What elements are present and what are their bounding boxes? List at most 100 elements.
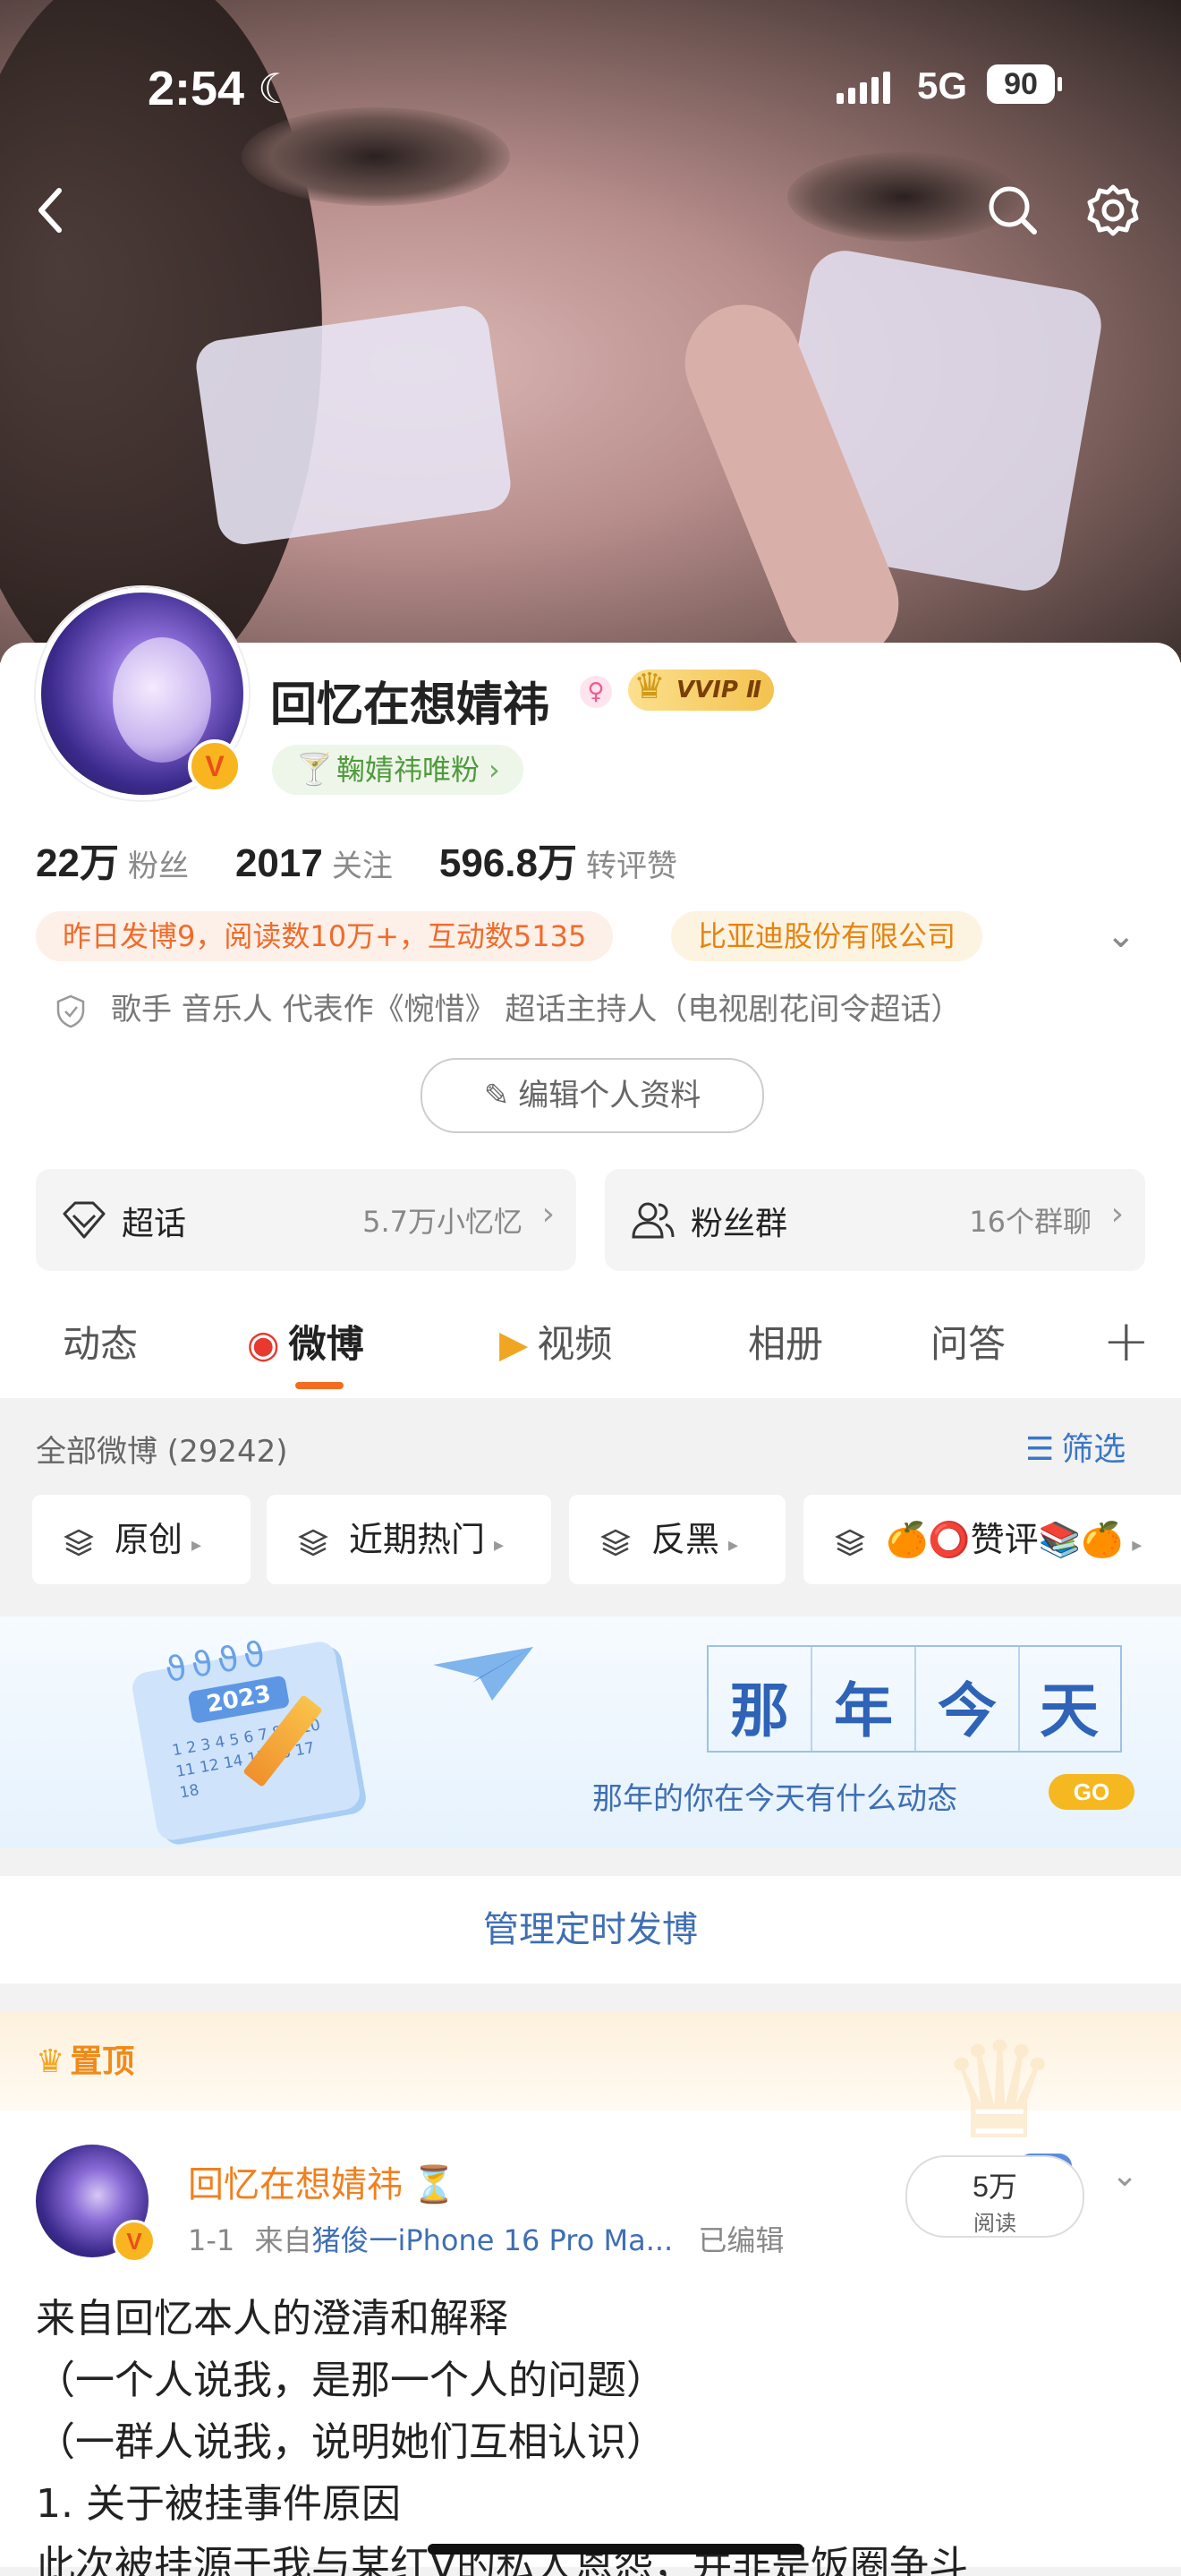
filter-pill-hot[interactable]: 近期热门 ▸ [267,1495,551,1584]
triangle-right-icon: ▸ [191,1534,202,1557]
battery-level: 90 [987,64,1062,104]
add-tab-plus-icon[interactable]: + [1102,1309,1151,1375]
post-line: 此次被挂源于我与某红V的私人恩怨，并非是饭圈争斗 [36,2543,969,2576]
pill-label: 原创 [115,1520,183,1559]
followers-label: 粉丝 [127,849,189,884]
post-source-device[interactable]: 猪俊一iPhone 16 Pro Ma... [311,2223,673,2257]
activity-chip[interactable]: 昨日发博9，阅读数10万+，互动数5135 [36,911,614,961]
post-author-label: 回忆在想婧祎 [188,2164,403,2205]
title-char: 那 [730,1676,789,1745]
signal-icon [837,72,895,104]
video-play-icon: ▶ [499,1322,529,1366]
post-line: （一群人说我，说明她们互相认识） [36,2419,666,2465]
manage-scheduled-posts-button[interactable]: 管理定时发博 [0,1876,1181,1983]
title-char: 年 [834,1676,893,1745]
shield-icon [56,994,85,1028]
back-button[interactable] [18,175,89,246]
supertopic-label: 超话 [122,1206,187,1242]
read-count: 5万 [973,2171,1017,2203]
group-users-icon [632,1202,675,1239]
interactions-count[interactable]: 596.8万 [439,841,577,885]
female-gender-icon: ♀ [580,676,612,708]
post-menu-chevron-down-icon[interactable]: ⌄ [1111,2157,1138,2194]
supertopic-entry[interactable]: 超话 5.7万小忆忆 › [36,1169,576,1271]
filter-pill-original[interactable]: 原创 ▸ [32,1495,251,1584]
post-author-name[interactable]: 回忆在想婧祎 ⏳ [188,2155,456,2207]
chevron-right-icon: › [541,1196,555,1233]
weibo-logo-icon: ◉ [247,1322,280,1366]
pinned-label: ♛ 置顶 [36,2035,134,2082]
pill-label: 🍊⭕赞评📚🍊 [886,1520,1124,1559]
followers-count[interactable]: 22万 [36,841,119,885]
edit-profile-label: 编辑个人资料 [518,1078,701,1113]
fan-group-value: 16个群聊 [969,1205,1092,1239]
triangle-right-icon: ▸ [728,1534,739,1557]
home-indicator[interactable] [428,2544,803,2555]
fan-tag-label: 鞠婧祎唯粉 [336,753,480,787]
pill-label: 近期热门 [349,1520,486,1559]
tab-video[interactable]: ▶ 视频 [499,1314,612,1369]
all-weibo-count: 全部微博 (29242) [36,1434,288,1470]
layers-icon [835,1529,865,1556]
tab-video-label: 视频 [537,1322,613,1366]
vvip-badge[interactable]: ♛ VVIP Ⅱ [628,666,775,711]
filter-pill-antiblack[interactable]: 反黑 ▸ [569,1495,786,1584]
paper-plane-icon [433,1647,533,1701]
tab-weibo-label: 微博 [288,1322,364,1366]
edit-profile-button[interactable]: ✎ 编辑个人资料 [421,1058,764,1133]
calendar-illustration: ϑϑϑϑ 2023 1 2 3 4 5 6 7 8 9 10 11 12 14 … [130,1633,362,1843]
filter-pill-custom[interactable]: 🍊⭕赞评📚🍊 ▸ [803,1495,1181,1584]
vvip-label: VVIP Ⅱ [676,677,762,704]
profile-tabs: 动态 ◉ 微博 ▶ 视频 相册 问答 [0,1280,1181,1393]
post-line: 1. 关于被挂事件原因 [36,2481,401,2527]
title-char: 今 [938,1676,997,1745]
search-button[interactable] [977,175,1049,246]
go-button[interactable]: GO [1049,1774,1134,1810]
supertopic-value: 5.7万小忆忆 [362,1205,523,1239]
post-content[interactable]: 来自回忆本人的澄清和解释 （一个人说我，是那一个人的问题） （一群人说我，说明她… [36,2288,1145,2576]
triangle-right-icon: ▸ [1132,1534,1143,1557]
cocktail-icon: 🍸 [295,752,334,788]
hourglass-icon: ⏳ [412,2164,456,2205]
description-text: 歌手 音乐人 代表作《惋惜》 超话主持人（电视剧花间令超话） [111,992,962,1028]
profile-name: 回忆在想婧祎 [270,678,550,732]
status-time: 2:54 [148,62,245,115]
diamond-icon [63,1201,106,1239]
triangle-right-icon: ▸ [494,1534,505,1557]
fan-group-entry[interactable]: 粉丝群 16个群聊 › [605,1169,1145,1271]
layers-icon [64,1529,94,1556]
post-date: 1-1 [188,2223,235,2257]
expand-chevron-down-icon[interactable]: ⌄ [1106,915,1136,956]
verified-badge-icon: V [188,739,242,793]
crown-icon: ♛ [36,2043,65,2080]
read-count-badge[interactable]: 5万 阅读 [905,2155,1084,2238]
tab-dynamic[interactable]: 动态 [63,1314,138,1369]
layers-icon [298,1529,328,1556]
verified-badge-icon: V [113,2220,156,2263]
filter-label: 筛选 [1061,1431,1126,1468]
post-source-prefix: 来自 [254,2223,312,2257]
settings-button[interactable] [1077,175,1149,246]
post-meta: 1-1 来自猪俊一iPhone 16 Pro Ma... 已编辑 [188,2218,784,2259]
filter-icon: ☰ [1025,1431,1055,1468]
search-icon [989,186,1037,235]
moon-icon: ☾ [258,64,295,113]
tab-weibo[interactable]: ◉ 微博 [247,1314,364,1369]
tab-album[interactable]: 相册 [748,1314,823,1369]
post-line: （一个人说我，是那一个人的问题） [36,2358,666,2403]
on-this-day-title: 那 年 今 天 [707,1645,1122,1753]
chevron-right-icon: › [489,753,500,787]
pill-label: 反黑 [651,1520,720,1559]
pencil-icon: ✎ [483,1078,510,1113]
fan-tag[interactable]: 🍸 鞠婧祎唯粉 › [272,745,523,795]
interactions-label: 转评赞 [585,849,677,884]
company-chip[interactable]: 比亚迪股份有限公司 [671,911,983,961]
following-count[interactable]: 2017 [235,841,323,885]
filter-button[interactable]: ☰ 筛选 [1025,1423,1126,1470]
chevron-right-icon: › [1110,1196,1124,1233]
profile-stats: 22万 粉丝 2017 关注 596.8万 转评赞 [36,831,724,888]
tab-qa[interactable]: 问答 [930,1314,1006,1369]
back-arrow-icon [38,188,62,233]
cover-eye-left [242,107,510,206]
network-type: 5G [917,64,968,107]
